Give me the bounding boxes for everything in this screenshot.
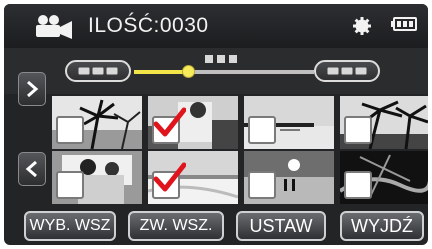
scrub-track[interactable] <box>134 70 314 74</box>
thumbnail-item[interactable] <box>340 151 428 204</box>
scrub-track-fill <box>134 70 188 74</box>
thumbnail-item[interactable] <box>52 96 142 149</box>
thumbnail-item[interactable] <box>244 96 334 149</box>
battery-icon <box>391 17 417 31</box>
select-checkbox[interactable] <box>248 116 276 144</box>
thumbnail-item[interactable] <box>340 96 428 149</box>
checkmark-icon <box>153 162 186 192</box>
clear-all-button[interactable]: ZW. WSZ. <box>128 211 224 241</box>
thumbnail-item[interactable] <box>244 151 334 204</box>
select-checkbox[interactable] <box>344 116 372 144</box>
exit-button[interactable]: WYJDŹ <box>340 211 424 241</box>
file-count-label: ILOŚĆ:0030 <box>88 14 209 37</box>
select-checkbox[interactable] <box>56 171 84 199</box>
thumbnail-item[interactable] <box>148 151 238 204</box>
page-scrubber <box>4 48 428 94</box>
page-indicator-icon <box>205 55 237 63</box>
scrub-start-button[interactable] <box>65 60 131 82</box>
chevron-right-icon <box>27 80 39 98</box>
next-page-button[interactable] <box>18 72 46 106</box>
chevron-left-icon <box>25 160 37 178</box>
select-checkbox[interactable] <box>344 171 372 199</box>
scrub-handle[interactable] <box>181 65 195 78</box>
select-all-button[interactable]: WYB. WSZ <box>24 211 116 241</box>
select-checkbox[interactable] <box>248 171 276 199</box>
select-checkbox[interactable] <box>56 116 84 144</box>
scrub-end-button[interactable] <box>314 60 380 82</box>
checkmark-icon <box>153 107 186 137</box>
thumbnail-item[interactable] <box>148 96 238 149</box>
gear-icon <box>353 17 371 35</box>
prev-page-button[interactable] <box>18 152 46 186</box>
video-camera-icon <box>36 15 72 39</box>
thumbnail-item[interactable] <box>52 151 142 204</box>
action-bar: WYB. WSZ ZW. WSZ. USTAW WYJDŹ <box>4 207 428 245</box>
status-bar: ILOŚĆ:0030 <box>4 4 428 48</box>
thumbnail-grid <box>52 96 428 204</box>
set-button[interactable]: USTAW <box>236 211 326 241</box>
playback-screen: ILOŚĆ:0030 WYB. WSZ ZW. WSZ. USTAW WYJDŹ <box>4 4 428 245</box>
